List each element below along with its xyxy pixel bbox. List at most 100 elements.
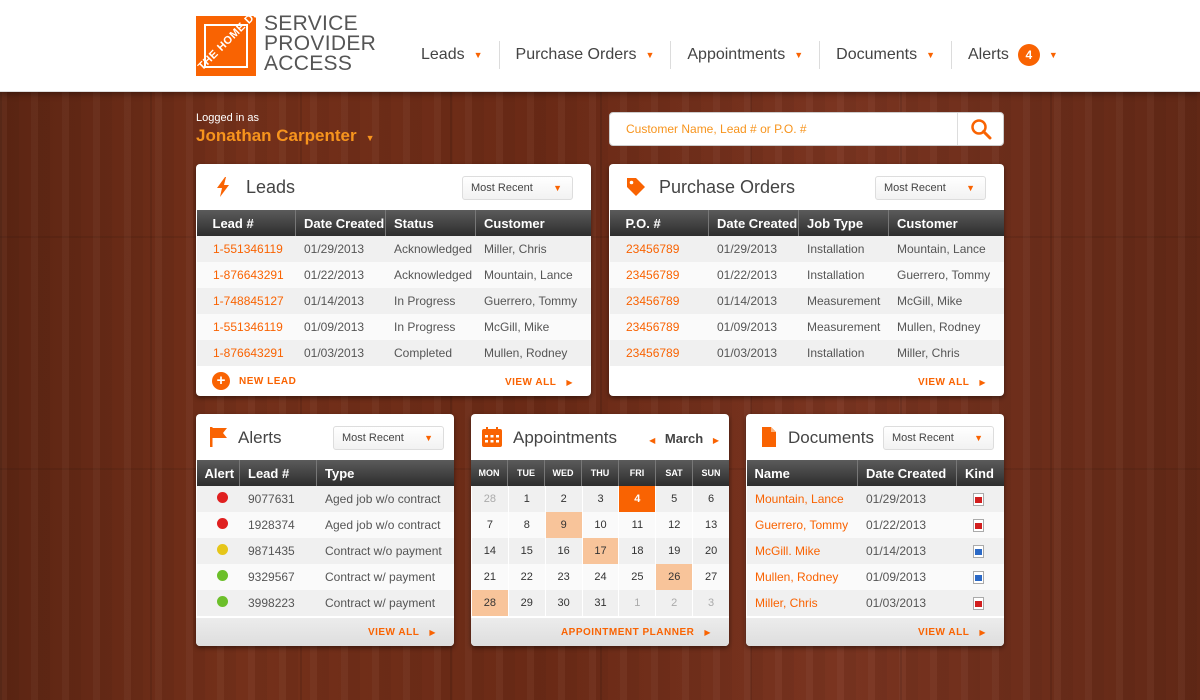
calendar-day-appointment[interactable]: 28	[471, 590, 508, 616]
po-number-link[interactable]: 23456789	[609, 314, 709, 340]
calendar-day[interactable]: 5	[655, 486, 693, 512]
nav-purchase-orders[interactable]: Purchase Orders ▼	[500, 41, 672, 69]
calendar-day[interactable]: 29	[507, 590, 545, 616]
calendar-day[interactable]: 6	[692, 486, 729, 512]
pdf-icon[interactable]	[973, 519, 984, 533]
table-row[interactable]: 23456789 01/03/2013 Installation Miller,…	[609, 340, 1004, 366]
column-header[interactable]: Customer	[888, 210, 1004, 236]
nav-leads[interactable]: Leads ▼	[405, 41, 500, 69]
calendar-day[interactable]: 2	[544, 486, 582, 512]
calendar-day[interactable]: 7	[471, 512, 508, 538]
table-row[interactable]: Miller, Chris 01/03/2013	[746, 590, 1004, 616]
column-header[interactable]: Kind	[956, 460, 1004, 486]
calendar-day[interactable]: 25	[618, 564, 656, 590]
table-row[interactable]: 1928374 Aged job w/o contract	[196, 512, 454, 538]
calendar-day[interactable]: 1	[507, 486, 545, 512]
column-header[interactable]: Customer	[475, 210, 591, 236]
calendar-day[interactable]: 27	[692, 564, 729, 590]
calendar-day[interactable]: 12	[655, 512, 693, 538]
calendar-day[interactable]: 30	[544, 590, 582, 616]
alerts-sort-select[interactable]: Most Recent ▼	[333, 426, 444, 450]
calendar-day[interactable]: 23	[544, 564, 582, 590]
calendar-day[interactable]: 22	[507, 564, 545, 590]
document-name-link[interactable]: Guerrero, Tommy	[746, 512, 858, 538]
column-header[interactable]: Lead #	[239, 460, 317, 486]
pdf-icon[interactable]	[973, 493, 984, 507]
nav-documents[interactable]: Documents ▼	[820, 41, 952, 69]
table-row[interactable]: 23456789 01/09/2013 Measurement Mullen, …	[609, 314, 1004, 340]
pdf-icon[interactable]	[973, 597, 984, 611]
lead-number-link[interactable]: 1-551346119	[196, 314, 296, 340]
new-lead-button[interactable]: + NEW LEAD	[212, 372, 296, 390]
nav-appointments[interactable]: Appointments ▼	[671, 41, 821, 69]
calendar-day[interactable]: 15	[507, 538, 545, 564]
po-view-all-link[interactable]: VIEW ALL ▶	[918, 377, 986, 388]
document-name-link[interactable]: Miller, Chris	[746, 590, 858, 616]
column-header[interactable]: Alert	[196, 460, 240, 486]
table-row[interactable]: 23456789 01/14/2013 Measurement McGill, …	[609, 288, 1004, 314]
table-row[interactable]: 1-551346119 01/29/2013 Acknowledged Mill…	[196, 236, 591, 262]
nav-alerts[interactable]: Alerts 4 ▼	[952, 41, 1074, 69]
table-row[interactable]: 23456789 01/22/2013 Installation Guerrer…	[609, 262, 1004, 288]
po-number-link[interactable]: 23456789	[609, 262, 709, 288]
po-number-link[interactable]: 23456789	[609, 340, 709, 366]
calendar-day[interactable]: 13	[692, 512, 729, 538]
table-row[interactable]: Mullen, Rodney 01/09/2013	[746, 564, 1004, 590]
calendar-day-appointment[interactable]: 9	[544, 512, 582, 538]
leads-sort-select[interactable]: Most Recent ▼	[462, 176, 573, 200]
calendar-day[interactable]: 10	[581, 512, 619, 538]
table-row[interactable]: 1-876643291 01/03/2013 Completed Mullen,…	[196, 340, 591, 366]
column-header[interactable]: P.O. #	[609, 210, 709, 236]
column-header[interactable]: Job Type	[798, 210, 889, 236]
appointment-planner-link[interactable]: APPOINTMENT PLANNER ▶	[561, 627, 711, 638]
word-icon[interactable]	[973, 571, 984, 585]
document-name-link[interactable]: Mountain, Lance	[746, 486, 858, 512]
calendar-day-selected[interactable]: 4	[618, 486, 656, 512]
column-header[interactable]: Status	[385, 210, 476, 236]
lead-number-link[interactable]: 1-551346119	[196, 236, 296, 262]
column-header[interactable]: Type	[316, 460, 454, 486]
po-sort-select[interactable]: Most Recent ▼	[875, 176, 986, 200]
user-menu[interactable]: Jonathan Carpenter ▼	[196, 126, 375, 146]
word-icon[interactable]	[973, 545, 984, 559]
table-row[interactable]: 9077631 Aged job w/o contract	[196, 486, 454, 512]
column-header[interactable]: Date Created	[708, 210, 799, 236]
table-row[interactable]: Mountain, Lance 01/29/2013	[746, 486, 1004, 512]
documents-view-all-link[interactable]: VIEW ALL ▶	[918, 627, 986, 638]
table-row[interactable]: 9329567 Contract w/ payment	[196, 564, 454, 590]
search-input[interactable]	[610, 113, 956, 145]
calendar-day[interactable]: 16	[544, 538, 582, 564]
calendar-day[interactable]: 19	[655, 538, 693, 564]
column-header[interactable]: Lead #	[196, 210, 296, 236]
alerts-view-all-link[interactable]: VIEW ALL ▶	[368, 627, 436, 638]
calendar-day[interactable]: 1	[618, 590, 656, 616]
document-name-link[interactable]: McGill. Mike	[746, 538, 858, 564]
lead-number-link[interactable]: 1-748845127	[196, 288, 296, 314]
calendar-day[interactable]: 18	[618, 538, 656, 564]
table-row[interactable]: 9871435 Contract w/o payment	[196, 538, 454, 564]
calendar-day[interactable]: 31	[581, 590, 619, 616]
calendar-day[interactable]: 24	[581, 564, 619, 590]
column-header[interactable]: Date Created	[857, 460, 957, 486]
table-row[interactable]: McGill. Mike 01/14/2013	[746, 538, 1004, 564]
calendar-day[interactable]: 8	[507, 512, 545, 538]
calendar-day[interactable]: 2	[655, 590, 693, 616]
calendar-day[interactable]: 21	[471, 564, 508, 590]
lead-number-link[interactable]: 1-876643291	[196, 262, 296, 288]
po-number-link[interactable]: 23456789	[609, 236, 709, 262]
po-number-link[interactable]: 23456789	[609, 288, 709, 314]
calendar-day[interactable]: 28	[471, 486, 508, 512]
table-row[interactable]: Guerrero, Tommy 01/22/2013	[746, 512, 1004, 538]
calendar-day[interactable]: 3	[692, 590, 729, 616]
leads-view-all-link[interactable]: VIEW ALL ▶	[505, 377, 573, 388]
calendar-day[interactable]: 20	[692, 538, 729, 564]
home-depot-logo[interactable]: THE HOME DEPOT	[196, 16, 256, 76]
table-row[interactable]: 3998223 Contract w/ payment	[196, 590, 454, 616]
lead-number-link[interactable]: 1-876643291	[196, 340, 296, 366]
table-row[interactable]: 23456789 01/29/2013 Installation Mountai…	[609, 236, 1004, 262]
column-header[interactable]: Date Created	[295, 210, 386, 236]
calendar-day-appointment[interactable]: 17	[581, 538, 619, 564]
prev-month-icon[interactable]: ◀	[649, 436, 655, 445]
documents-sort-select[interactable]: Most Recent ▼	[883, 426, 994, 450]
calendar-day-appointment[interactable]: 26	[655, 564, 693, 590]
